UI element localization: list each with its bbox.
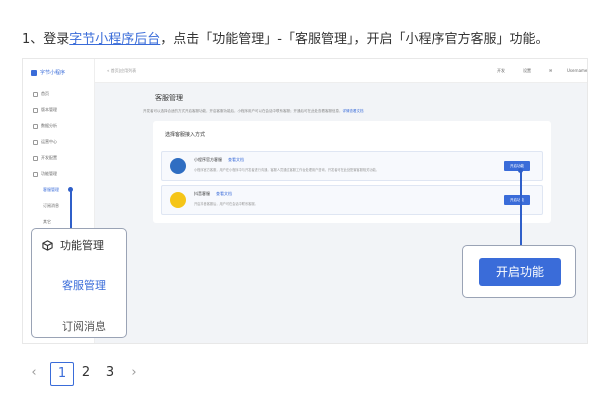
enable-official-button[interactable]: 开启功能 — [504, 161, 530, 171]
code-icon — [33, 155, 38, 161]
chart-icon — [33, 123, 38, 129]
page-3[interactable]: 3 — [98, 362, 122, 386]
page: 1、登录字节小程序后台，点击「功能管理」-「客服管理」，开启「小程序官方客服」功… — [0, 0, 609, 400]
service-desc: 小程序官方客服，用户在小程序中与开发者进行沟通，客服人员通过客服工作台处理用户咨… — [194, 168, 379, 172]
page-1[interactable]: 1 — [50, 362, 74, 386]
sidebar-item-customer-service[interactable]: 客服管理 — [43, 187, 59, 193]
step-suffix: ，点击「功能管理」-「客服管理」，开启「小程序官方客服」功能。 — [160, 32, 549, 47]
app-logo: 字节小程序 — [31, 69, 65, 76]
sidebar-item-version[interactable]: 版本管理 — [33, 107, 57, 113]
sidebar-item-features[interactable]: 功能管理 — [33, 171, 57, 177]
sidebar-item-home[interactable]: 首页 — [33, 91, 49, 97]
calendar-icon — [33, 139, 38, 145]
service-douyin: 抖音客服 查看文档 开启抖音客服后，用户可在会话中联系客服。 开启功能 — [161, 185, 543, 215]
sidebar-item-subscription[interactable]: 订阅消息 — [43, 203, 59, 209]
topbar-settings[interactable]: 设置 — [523, 68, 531, 74]
sidebar-item-other[interactable]: 其它 — [43, 219, 51, 225]
step-instruction: 1、登录字节小程序后台，点击「功能管理」-「客服管理」，开启「小程序官方客服」功… — [22, 28, 549, 47]
zoom-callout-button: 开启功能 — [462, 245, 576, 298]
menu-item-customer-service[interactable]: 客服管理 — [62, 277, 106, 293]
douyin-service-avatar — [170, 192, 186, 208]
menu-header: 功能管理 — [42, 237, 104, 253]
service-doc-link[interactable]: 查看文档 — [216, 191, 232, 196]
cube-icon — [33, 171, 38, 177]
enable-feature-button[interactable]: 开启功能 — [479, 258, 561, 286]
pagination: ‹ 1 2 3 › — [22, 362, 146, 386]
enable-douyin-button[interactable]: 开启功能 — [504, 195, 530, 205]
sidebar-item-operations[interactable]: 运营中心 — [33, 139, 57, 145]
logo-icon — [31, 69, 37, 76]
sidebar-item-dev[interactable]: 开发配置 — [33, 155, 57, 161]
service-official: 小程序官方客服 查看文档 小程序官方客服，用户在小程序中与开发者进行沟通，客服人员… — [161, 151, 543, 181]
topbar-dev[interactable]: 开发 — [497, 68, 505, 74]
prev-page-button[interactable]: ‹ — [22, 362, 46, 386]
page-title: 客服管理 — [155, 94, 183, 102]
connector-line — [70, 191, 72, 229]
cube-icon — [42, 239, 53, 251]
mail-icon[interactable]: ✉ — [549, 68, 552, 73]
backend-link[interactable]: 字节小程序后台 — [69, 32, 160, 47]
top-bar: « 首页|应用列表 开发 设置 ✉ Username — [95, 59, 587, 83]
next-page-button[interactable]: › — [122, 362, 146, 386]
card-title: 选择客服接入方式 — [165, 132, 206, 138]
user-name[interactable]: Username — [567, 68, 587, 73]
docs-link[interactable]: 详情查看文档 — [343, 109, 364, 113]
service-desc: 开启抖音客服后，用户可在会话中联系客服。 — [194, 202, 258, 206]
service-card: 选择客服接入方式 小程序官方客服 查看文档 小程序官方客服，用户在小程序中与开发者… — [153, 121, 551, 223]
service-name: 抖音客服 查看文档 — [194, 191, 232, 196]
connector-line — [520, 172, 522, 246]
home-icon — [33, 91, 38, 97]
official-service-avatar — [170, 158, 186, 174]
service-doc-link[interactable]: 查看文档 — [228, 157, 244, 162]
breadcrumb[interactable]: « 首页|应用列表 — [107, 68, 136, 74]
page-2[interactable]: 2 — [74, 362, 98, 386]
service-name: 小程序官方客服 查看文档 — [194, 157, 244, 162]
sidebar-item-analytics[interactable]: 数据分析 — [33, 123, 57, 129]
menu-item-subscription[interactable]: 订阅消息 — [62, 318, 106, 334]
zoom-callout-menu: 功能管理 客服管理 订阅消息 — [31, 228, 127, 338]
step-prefix: 1、登录 — [22, 32, 70, 47]
page-description: 开发者可以选择合适的方式开启客服功能，开启客服功能后，小程序用户可以在会话中联系… — [143, 109, 364, 113]
version-icon — [33, 107, 38, 113]
